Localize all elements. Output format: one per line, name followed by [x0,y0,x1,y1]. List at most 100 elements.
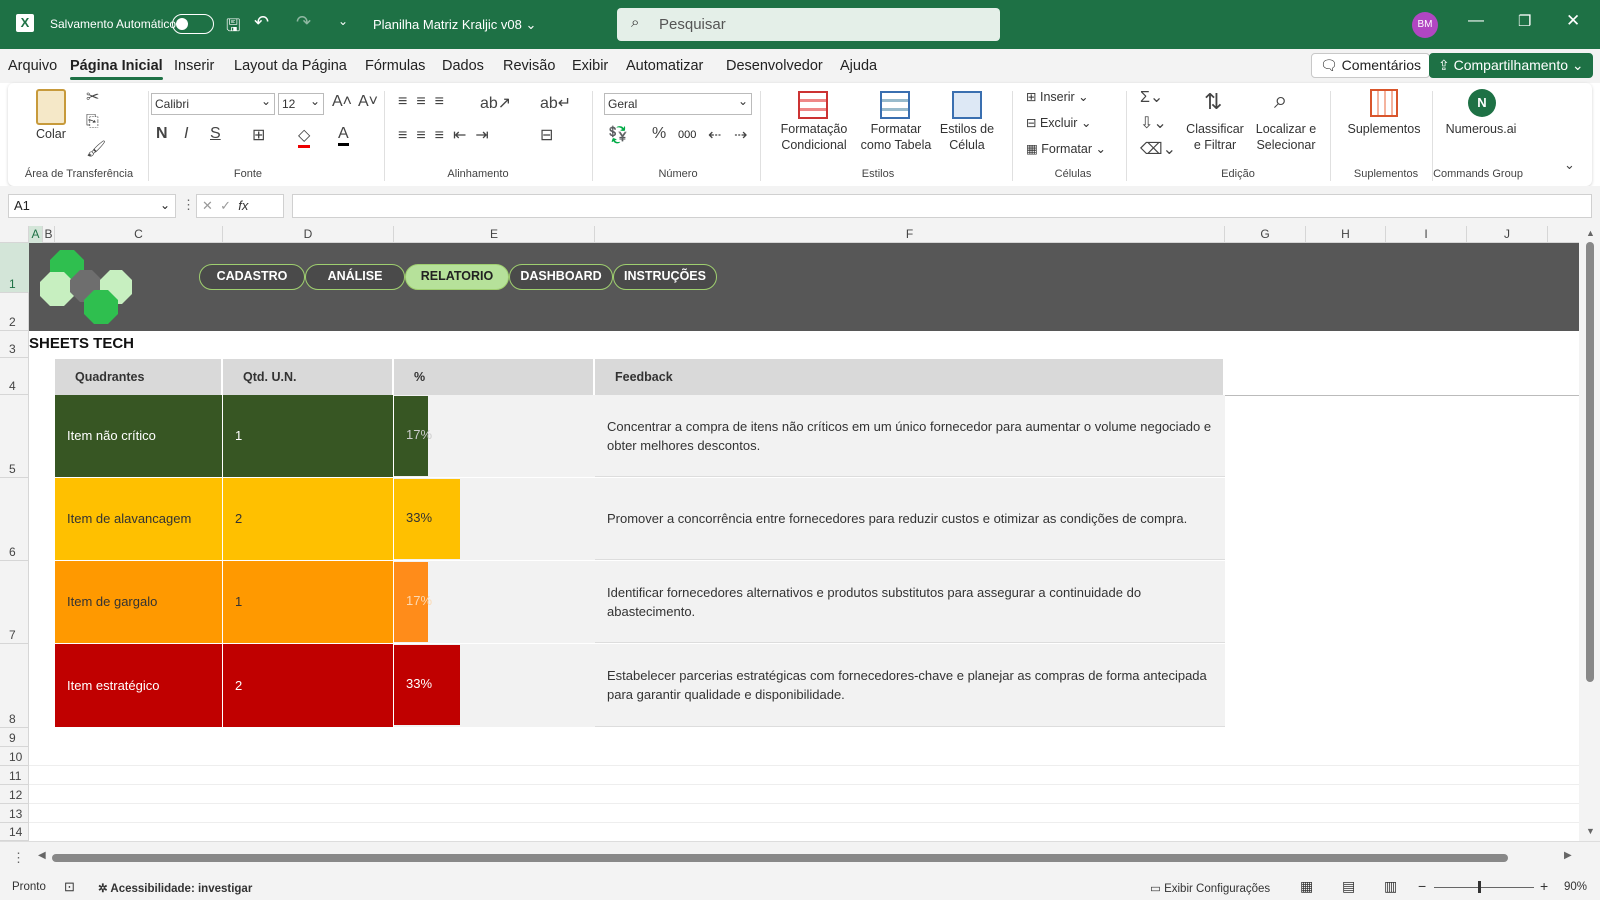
find-select-button[interactable]: Localizar e Selecionar [1248,121,1324,153]
quadrant-cell[interactable]: Item de gargalo [55,561,222,643]
column-header[interactable]: G [1225,226,1306,243]
sheet-options-icon[interactable]: ⋮ [12,850,25,866]
column-header[interactable]: E [394,226,595,243]
sort-filter-button[interactable]: Classificar e Filtrar [1184,121,1246,153]
cell-styles-button[interactable]: Estilos de Célula [936,121,998,153]
italic-button[interactable]: I [184,125,188,143]
font-name-select[interactable]: Calibri [151,91,275,115]
quadrant-cell[interactable]: Item estratégico [55,644,222,727]
nav-cadastro[interactable]: CADASTRO [199,264,305,290]
share-button[interactable]: ⇪ Compartilhamento ⌄ [1429,53,1593,78]
tab-desenvolvedor[interactable]: Desenvolvedor [726,58,823,74]
display-settings-button[interactable]: ▭ Exibir Configurações [1150,881,1270,895]
name-box-dropdown-icon[interactable]: ⌄ [160,198,170,212]
nav-instrucoes[interactable]: INSTRUÇÕES [613,264,717,290]
feedback-cell[interactable]: Concentrar a compra de itens não crítico… [595,395,1225,477]
clear-icon[interactable]: ⌫⌄ [1140,139,1176,159]
nav-analise[interactable]: ANÁLISE [305,264,405,290]
paste-button[interactable]: Colar [36,126,66,142]
fill-color-icon[interactable]: ◇ [298,125,311,148]
search-box[interactable]: ⌕ Pesquisar [617,8,1000,41]
pct-cell[interactable]: 33% [394,644,595,727]
qty-cell[interactable]: 1 [223,561,393,643]
tab-inserir[interactable]: Inserir [174,58,214,74]
feedback-cell[interactable]: Estabelecer parcerias estratégicas com f… [595,644,1225,727]
qty-cell[interactable]: 2 [223,478,393,560]
addins-icon[interactable] [1370,89,1398,117]
tab-layout[interactable]: Layout da Página [234,58,347,74]
quadrant-cell[interactable]: Item de alavancagem [55,478,222,560]
column-header[interactable]: J [1467,226,1548,243]
decrease-font-icon[interactable]: A˅ [358,93,378,111]
increase-decimal-icon[interactable]: ⇠ [708,125,721,145]
comments-button[interactable]: 🗨 Comentários [1311,53,1431,78]
vertical-align-icons[interactable]: ≡≡≡ [398,93,453,111]
conditional-format-icon[interactable] [798,91,828,119]
bold-button[interactable]: N [156,125,168,143]
restore-icon[interactable]: ❐ [1518,12,1531,30]
zoom-out-icon[interactable]: − [1418,878,1426,894]
fill-icon[interactable]: ⇩⌄ [1140,113,1167,133]
undo-icon[interactable]: ↶ [254,12,269,33]
zoom-slider-thumb[interactable] [1478,881,1481,893]
orientation-icon[interactable]: ab↗ [480,93,511,113]
tab-arquivo[interactable]: Arquivo [8,58,57,74]
row-header[interactable]: 14 [0,823,29,841]
avatar[interactable]: BM [1412,12,1438,38]
autosave-toggle[interactable] [172,14,214,34]
borders-icon[interactable]: ⊞ [252,125,265,145]
tab-ajuda[interactable]: Ajuda [840,58,877,74]
redo-icon[interactable]: ↷ [296,12,311,33]
row-header[interactable]: 5 [0,395,29,478]
row-header[interactable]: 13 [0,804,29,823]
row-header[interactable]: 3 [0,331,29,358]
font-color-icon[interactable]: A [338,125,349,146]
qty-cell[interactable]: 2 [223,644,393,727]
customize-qat-icon[interactable]: ⌄ [338,14,348,28]
minimize-icon[interactable]: — [1468,12,1484,30]
increase-font-icon[interactable]: A˄ [332,93,352,111]
numerous-button[interactable]: Numerous.ai [1436,121,1526,137]
collapse-ribbon-icon[interactable]: ⌄ [1564,157,1575,173]
feedback-cell[interactable]: Identificar fornecedores alternativos e … [595,561,1225,643]
nav-relatorio[interactable]: RELATORIO [405,264,509,290]
pct-cell[interactable]: 17% [394,395,595,477]
zoom-in-icon[interactable]: + [1540,878,1548,894]
numerous-icon[interactable]: N [1468,89,1496,117]
delete-cells-button[interactable]: ⊟ Excluir ⌄ [1026,115,1091,131]
autosum-icon[interactable]: Σ⌄ [1140,87,1163,107]
row-header[interactable]: 11 [0,766,29,785]
row-header[interactable]: 1 [0,243,29,293]
more-icon[interactable]: ⋮ [182,197,195,213]
column-header[interactable]: D [223,226,394,243]
normal-view-icon[interactable]: ▦ [1300,878,1313,895]
scroll-up-icon[interactable]: ▲ [1586,228,1595,238]
row-header[interactable]: 9 [0,728,29,747]
currency-icon[interactable]: 💱 [608,125,628,145]
page-layout-view-icon[interactable]: ▤ [1342,878,1355,895]
wrap-text-icon[interactable]: ab↵ [540,93,571,113]
close-icon[interactable]: ✕ [1566,11,1580,31]
format-table-icon[interactable] [880,91,910,119]
conditional-format-button[interactable]: Formatação Condicional [766,121,862,153]
horizontal-align-icons[interactable]: ≡≡≡⇤⇥ [398,125,498,145]
formula-input[interactable] [292,194,1592,218]
quadrant-cell[interactable]: Item não crítico [55,395,222,477]
scroll-right-icon[interactable]: ▶ [1564,850,1572,861]
name-box[interactable]: A1 [8,194,176,218]
sort-filter-icon[interactable]: ⇅ [1204,89,1222,115]
save-icon[interactable]: 🖫 [226,13,240,42]
decrease-decimal-icon[interactable]: ⇢ [734,125,747,145]
cell-styles-icon[interactable] [952,91,982,119]
column-header[interactable]: C [55,226,223,243]
column-header[interactable]: A [29,226,43,243]
percent-button[interactable]: % [652,125,666,143]
column-header[interactable]: B [43,226,55,243]
page-break-view-icon[interactable]: ▥ [1384,878,1397,895]
underline-button[interactable]: S [210,125,221,143]
row-header[interactable]: 8 [0,644,29,728]
horizontal-scroll-thumb[interactable] [52,854,1508,862]
insert-function-button[interactable]: fx [238,198,248,213]
find-select-icon[interactable]: ⌕ [1274,87,1287,115]
row-header[interactable]: 12 [0,785,29,804]
